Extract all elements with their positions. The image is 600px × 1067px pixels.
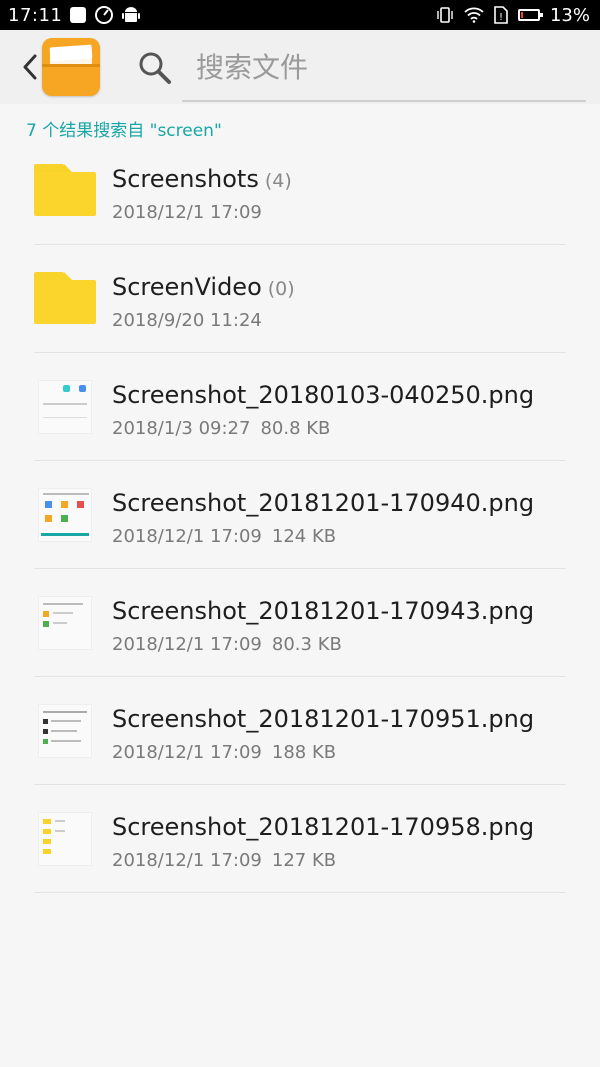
divider [34,892,566,893]
vibrate-icon [437,7,453,23]
folder-icon [34,272,96,324]
item-date: 2018/9/20 11:24 [112,310,262,331]
item-name: Screenshot_20181201-170958.png [112,813,535,841]
image-thumbnail-icon [38,812,92,866]
item-name: Screenshot_20181201-170943.png [112,597,535,625]
list-item[interactable]: Screenshot_20181201-170951.png 2018/12/1… [0,677,600,785]
item-date: 2018/12/1 17:09 [112,202,262,223]
list-item[interactable]: Screenshot_20181201-170940.png 2018/12/1… [0,461,600,569]
folder-icon [34,164,96,216]
item-count: (4) [264,170,292,192]
list-item[interactable]: Screenshots (4) 2018/12/1 17:09 [0,137,600,245]
item-date: 2018/12/1 17:09 [112,634,262,655]
search-input[interactable] [182,44,582,90]
item-size: 124 KB [271,526,337,547]
image-thumbnail-icon [38,380,92,434]
battery-level [520,12,523,18]
search-icon [139,52,171,84]
item-name: Screenshot_20181201-170951.png [112,705,535,733]
item-date: 2018/1/3 09:27 [112,418,251,439]
list-item[interactable]: Screenshot_20180103-040250.png 2018/1/3 … [0,353,600,461]
item-name: Screenshot_20180103-040250.png [112,381,535,409]
notification-icon [70,7,87,23]
android-icon [122,7,141,22]
search-underline [182,100,586,102]
wifi-icon [464,7,484,23]
svg-text:!: ! [499,12,503,23]
image-thumbnail-icon [38,704,92,758]
sim-alert-icon: ! [494,6,508,24]
image-thumbnail-icon [38,488,92,542]
item-size: 80.8 KB [260,418,331,439]
speedometer-icon [95,6,114,24]
item-name: ScreenVideo [112,273,262,301]
result-list: Screenshots (4) 2018/12/1 17:09 ScreenVid… [0,137,600,893]
file-manager-icon[interactable] [42,38,100,96]
list-item[interactable]: ScreenVideo (0) 2018/9/20 11:24 [0,245,600,353]
item-size: 80.3 KB [271,634,342,655]
image-thumbnail-icon [38,596,92,650]
item-date: 2018/12/1 17:09 [112,742,262,763]
item-count: (0) [267,278,295,300]
back-button[interactable] [18,50,42,84]
battery-icon [517,9,543,21]
search-button[interactable] [137,50,173,86]
chevron-left-icon [23,54,37,80]
item-date: 2018/12/1 17:09 [112,850,262,871]
item-size: 127 KB [271,850,337,871]
search-header [0,30,600,104]
item-name: Screenshot_20181201-170940.png [112,489,535,517]
status-bar: 17:11 ! 13% [0,0,600,30]
status-time: 17:11 [8,4,63,26]
item-date: 2018/12/1 17:09 [112,526,262,547]
list-item[interactable]: Screenshot_20181201-170958.png 2018/12/1… [0,785,600,893]
item-name: Screenshots [112,165,259,193]
list-item[interactable]: Screenshot_20181201-170943.png 2018/12/1… [0,569,600,677]
battery-percent: 13% [549,4,590,26]
item-size: 188 KB [271,742,337,763]
